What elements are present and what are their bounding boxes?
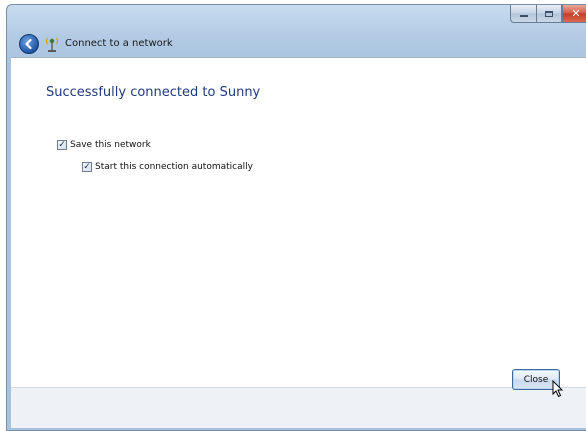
- back-arrow-icon: [25, 38, 32, 50]
- save-network-checkbox[interactable]: ✓: [57, 140, 67, 150]
- save-network-label: Save this network: [70, 140, 151, 150]
- close-icon: ✕: [571, 7, 581, 20]
- dialog-content: Successfully connected to Sunny ✓ Save t…: [11, 57, 586, 387]
- save-network-option[interactable]: ✓ Save this network: [57, 140, 151, 150]
- dialog-footer: [11, 387, 586, 428]
- auto-connect-checkbox[interactable]: ✓: [82, 162, 92, 172]
- dialog-title: Connect to a network: [65, 38, 173, 49]
- minimize-icon: [519, 15, 528, 17]
- status-heading: Successfully connected to Sunny: [46, 85, 261, 100]
- maximize-icon: [545, 10, 553, 17]
- auto-connect-option[interactable]: ✓ Start this connection automatically: [82, 162, 253, 172]
- auto-connect-label: Start this connection automatically: [95, 162, 253, 172]
- network-icon: [45, 37, 59, 52]
- mouse-cursor-icon: [552, 380, 564, 398]
- caption-buttons: ✕: [510, 5, 586, 24]
- minimize-button[interactable]: [510, 5, 536, 23]
- checkmark-icon: ✓: [58, 139, 66, 150]
- maximize-button[interactable]: [536, 5, 562, 23]
- back-button[interactable]: [19, 34, 39, 54]
- checkmark-icon: ✓: [83, 161, 91, 172]
- close-window-button[interactable]: ✕: [562, 5, 586, 23]
